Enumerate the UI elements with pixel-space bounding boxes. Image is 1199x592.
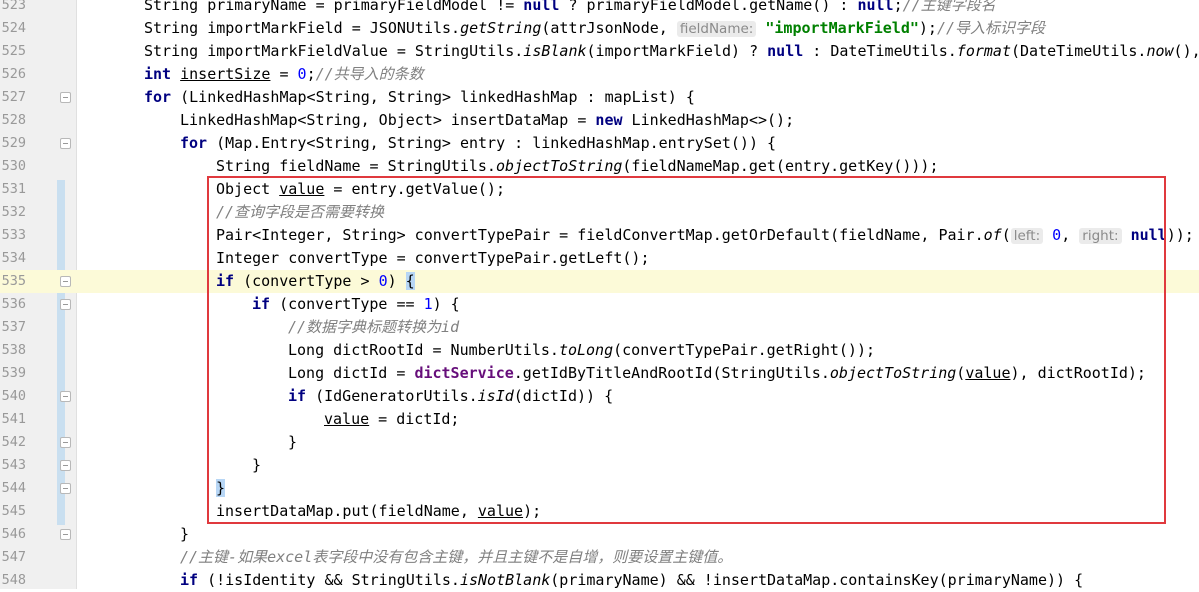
- code-line: 523 String primaryName = primaryFieldMod…: [0, 0, 1199, 17]
- line-number: 530: [1, 158, 26, 174]
- line-number: 529: [1, 135, 26, 151]
- code-line: 532 //查询字段是否需要转换: [0, 201, 1199, 224]
- code-line: 538 Long dictRootId = NumberUtils.toLong…: [0, 339, 1199, 362]
- code-line: 534 Integer convertType = convertTypePai…: [0, 247, 1199, 270]
- line-number: 523: [1, 0, 26, 13]
- code-line: 537 //数据字典标题转换为id: [0, 316, 1199, 339]
- line-number: 533: [1, 227, 26, 243]
- line-number: 524: [1, 20, 26, 36]
- line-number: 547: [1, 549, 26, 565]
- fold-toggle[interactable]: [60, 299, 71, 310]
- line-number: 537: [1, 319, 26, 335]
- code-line: 533 Pair<Integer, String> convertTypePai…: [0, 224, 1199, 247]
- code-line: 526 int insertSize = 0;//共导入的条数: [0, 63, 1199, 86]
- line-number: 535: [1, 273, 26, 289]
- fold-toggle[interactable]: [60, 460, 71, 471]
- line-number: 525: [1, 43, 26, 59]
- code-line: 547 //主键-如果excel表字段中没有包含主键，并且主键不是自增，则要设置…: [0, 546, 1199, 569]
- fold-toggle[interactable]: [60, 529, 71, 540]
- current-line: 535 if (convertType > 0) {: [0, 270, 1199, 293]
- code-line: 529 for (Map.Entry<String, String> entry…: [0, 132, 1199, 155]
- fold-toggle[interactable]: [60, 391, 71, 402]
- line-number: 526: [1, 66, 26, 82]
- fold-toggle[interactable]: [60, 483, 71, 494]
- line-number: 546: [1, 526, 26, 542]
- line-number: 538: [1, 342, 26, 358]
- line-number: 528: [1, 112, 26, 128]
- matched-brace: {: [405, 272, 415, 290]
- line-number: 540: [1, 388, 26, 404]
- line-number: 542: [1, 434, 26, 450]
- code-line: 528 LinkedHashMap<String, Object> insert…: [0, 109, 1199, 132]
- line-number: 527: [1, 89, 26, 105]
- line-number: 544: [1, 480, 26, 496]
- line-number: 534: [1, 250, 26, 266]
- matched-brace: }: [216, 479, 226, 497]
- code-line: 543 }: [0, 454, 1199, 477]
- line-number: 531: [1, 181, 26, 197]
- fold-toggle[interactable]: [60, 437, 71, 448]
- code-line: 536 if (convertType == 1) {: [0, 293, 1199, 316]
- code-line: 541 value = dictId;: [0, 408, 1199, 431]
- line-number: 543: [1, 457, 26, 473]
- parameter-hint: left:: [1010, 228, 1044, 244]
- code-line: 544 }: [0, 477, 1199, 500]
- code-line: 524 String importMarkField = JSONUtils.g…: [0, 17, 1199, 40]
- fold-toggle[interactable]: [60, 276, 71, 287]
- code-line: 530 String fieldName = StringUtils.objec…: [0, 155, 1199, 178]
- line-number: 545: [1, 503, 26, 519]
- code-line: 542 }: [0, 431, 1199, 454]
- code-line: 527 for (LinkedHashMap<String, String> l…: [0, 86, 1199, 109]
- code-line: 531 Object value = entry.getValue();: [0, 178, 1199, 201]
- parameter-hint: right:: [1079, 228, 1122, 244]
- line-number: 536: [1, 296, 26, 312]
- code-line: 539 Long dictId = dictService.getIdByTit…: [0, 362, 1199, 385]
- fold-toggle[interactable]: [60, 138, 71, 149]
- fold-toggle[interactable]: [60, 92, 71, 103]
- code-line: 540 if (IdGeneratorUtils.isId(dictId)) {: [0, 385, 1199, 408]
- line-number: 539: [1, 365, 26, 381]
- code-line: 545 insertDataMap.put(fieldName, value);: [0, 500, 1199, 523]
- code-line: 546 }: [0, 523, 1199, 546]
- line-number: 532: [1, 204, 26, 220]
- line-number: 541: [1, 411, 26, 427]
- code-line: 525 String importMarkFieldValue = String…: [0, 40, 1199, 63]
- parameter-hint: fieldName:: [676, 21, 757, 37]
